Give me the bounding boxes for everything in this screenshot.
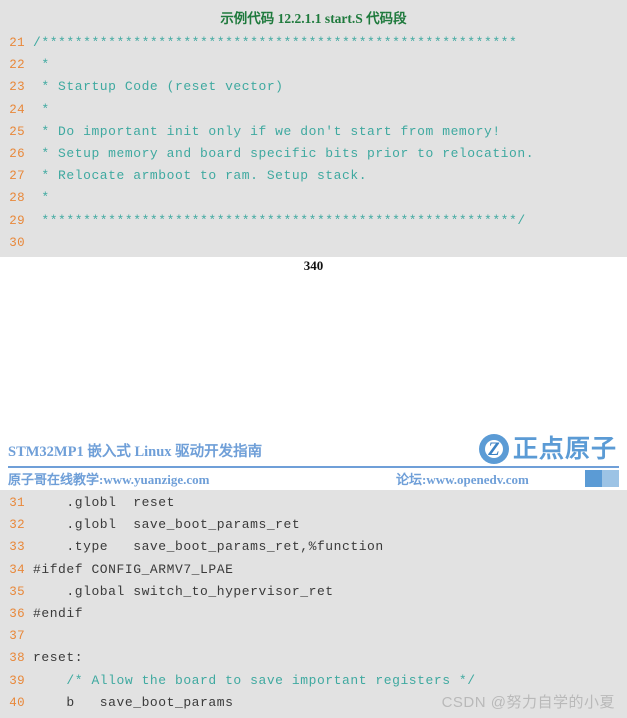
code-line-text: /* Allow the board to save important reg… — [33, 672, 476, 688]
code-line: 38 reset: — [0, 647, 627, 669]
code-line: 23 * Startup Code (reset vector) — [0, 76, 627, 98]
code-line-text: * Relocate armboot to ram. Setup stack. — [33, 168, 368, 184]
code-line-text: * Startup Code (reset vector) — [33, 79, 284, 95]
code-line-text: #ifdef CONFIG_ARMV7_LPAE — [33, 561, 234, 577]
brand-name: 正点原子 — [512, 435, 617, 463]
code-line-text: * Do important init only if we don't sta… — [33, 123, 501, 139]
code-line-number: 34 — [9, 562, 25, 577]
code-line-text: .type save_boot_params_ret,%function — [33, 539, 384, 555]
code-line: 25 * Do important init only if we don't … — [0, 121, 627, 143]
code-line: 21 /*************************************… — [0, 32, 627, 54]
code-line-text: * — [33, 101, 50, 117]
code-line-number: 37 — [9, 629, 25, 644]
code-line-number: 40 — [9, 695, 25, 710]
code-line-number: 30 — [9, 235, 25, 250]
code-line: 32 .globl save_boot_params_ret — [0, 514, 627, 536]
page-break-gap — [0, 290, 627, 428]
code-line-number: 39 — [9, 673, 25, 688]
code-block-bottom: 31 .globl reset 32 .globl save_boot_param… — [0, 490, 627, 718]
code-line-text: /***************************************… — [33, 35, 518, 50]
code-line: 24 * — [0, 99, 627, 121]
code-line-number: 31 — [9, 496, 25, 510]
code-line-number: 22 — [9, 58, 25, 73]
listing-caption: 示例代码 12.2.1.1 start.S 代码段 — [0, 8, 627, 30]
header-color-swatches — [585, 470, 619, 487]
code-line-text: .global switch_to_hypervisor_ret — [33, 583, 334, 599]
code-line: 30 — [0, 232, 627, 254]
code-line: 34 #ifdef CONFIG_ARMV7_LPAE — [0, 559, 627, 581]
code-line-number: 36 — [9, 606, 25, 621]
code-line-text: * — [33, 190, 50, 206]
swatch-light — [602, 470, 619, 487]
code-line-number: 35 — [9, 584, 25, 599]
code-line: 26 * Setup memory and board specific bit… — [0, 143, 627, 165]
code-line: 31 .globl reset — [0, 492, 627, 514]
page-number: 340 — [303, 258, 324, 273]
page-title: STM32MP1 嵌入式 Linux 驱动开发指南 — [8, 444, 263, 460]
code-line-number: 29 — [9, 213, 25, 228]
code-line-text: * — [33, 57, 50, 73]
document-header: STM32MP1 嵌入式 Linux 驱动开发指南 正点原子 原子哥在线教学:w… — [0, 428, 627, 490]
header-divider — [8, 466, 619, 468]
brand-logo: 正点原子 — [478, 432, 617, 466]
code-line-number: 26 — [9, 146, 25, 161]
code-line-number: 33 — [9, 540, 25, 555]
header-row-secondary: 原子哥在线教学:www.yuanzige.com 论坛:www.openedv.… — [8, 469, 619, 489]
code-line-text: ****************************************… — [33, 212, 526, 228]
code-line: 35 .global switch_to_hypervisor_ret — [0, 581, 627, 603]
code-line: 33 .type save_boot_params_ret,%function — [0, 536, 627, 558]
code-line-text: .globl reset — [33, 495, 175, 510]
code-line-text: b save_boot_params — [33, 694, 234, 710]
header-row-primary: STM32MP1 嵌入式 Linux 驱动开发指南 正点原子 — [8, 434, 619, 464]
code-line-number: 38 — [9, 651, 25, 666]
code-line-text: .globl save_boot_params_ret — [33, 517, 301, 533]
code-line-number: 25 — [9, 124, 25, 139]
swatch-dark — [585, 470, 602, 487]
code-line-text: #endif — [33, 605, 84, 621]
code-line-number: 28 — [9, 191, 25, 206]
code-block-top: 21 /*************************************… — [0, 30, 627, 257]
code-line: 22 * — [0, 54, 627, 76]
code-line: 28 * — [0, 187, 627, 209]
code-line-text: * Setup memory and board specific bits p… — [33, 145, 535, 161]
code-line-number: 24 — [9, 102, 25, 117]
header-teaching-site[interactable]: 原子哥在线教学:www.yuanzige.com — [8, 469, 210, 488]
header-forum-site[interactable]: 论坛:www.openedv.com — [396, 469, 529, 488]
zhengdian-atom-logo-icon — [478, 434, 509, 464]
code-line-number: 21 — [9, 36, 25, 50]
code-line: 40 b save_boot_params — [0, 692, 627, 714]
code-line-number: 23 — [9, 80, 25, 95]
code-line-text: reset: — [33, 650, 84, 666]
code-line: 36 #endif — [0, 603, 627, 625]
code-line: 39 /* Allow the board to save important … — [0, 670, 627, 692]
code-line: 29 *************************************… — [0, 210, 627, 232]
code-line-number: 32 — [9, 518, 25, 533]
clipped-top-line-region — [0, 0, 627, 8]
code-line-number: 27 — [9, 169, 25, 184]
code-line: 27 * Relocate armboot to ram. Setup stac… — [0, 165, 627, 187]
code-line: 37 — [0, 625, 627, 647]
